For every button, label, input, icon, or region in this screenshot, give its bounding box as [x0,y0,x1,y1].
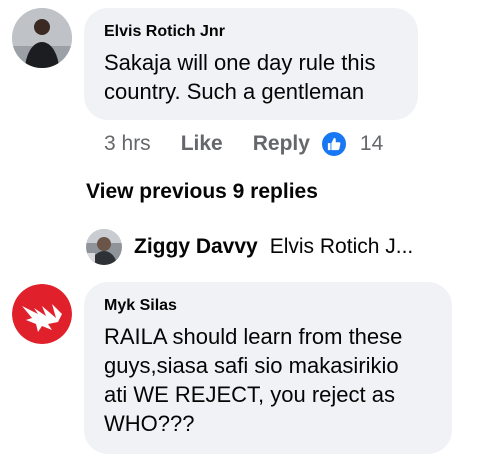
eagle-logo-icon [12,284,72,344]
comment-text-line: Sakaja will one day rule this [104,50,376,75]
view-previous-replies-link[interactable]: View previous 9 replies [86,180,318,204]
avatar[interactable] [86,229,122,265]
comment-author[interactable]: Elvis Rotich Jnr [104,22,398,42]
reply-author[interactable]: Ziggy Davvy [134,235,258,259]
comment-actions: 3 hrs Like Reply 14 [104,128,383,160]
comment-text-line: RAILA should learn from these [104,324,403,349]
person-photo-icon [12,8,72,68]
comment-text-line: country. Such a gentleman [104,79,365,104]
comment-text-line: guys,siasa safi sio makasirikio [104,353,399,378]
comment-text-line: ati WE REJECT, you reject as [104,382,395,407]
thumbs-up-icon[interactable] [319,130,348,158]
comment-text: Sakaja will one day rule this country. S… [104,48,398,106]
reply-preview[interactable]: Ziggy Davvy Elvis Rotich J... [86,228,413,266]
comment-bubble: Myk Silas RAILA should learn from these … [84,282,452,454]
reply-button[interactable]: Reply [253,132,310,156]
comment-text: RAILA should learn from these guys,siasa… [104,322,432,438]
comment-timestamp[interactable]: 3 hrs [104,132,151,156]
avatar[interactable] [12,8,72,68]
avatar[interactable] [12,284,72,344]
person-photo-icon [86,229,122,265]
like-button[interactable]: Like [181,132,223,156]
comment-bubble: Elvis Rotich Jnr Sakaja will one day rul… [84,8,418,120]
reaction-count[interactable]: 14 [360,132,383,156]
comment-text-line: WHO??? [104,411,195,436]
reply-snippet[interactable]: Elvis Rotich J... [270,235,414,259]
comment-author[interactable]: Myk Silas [104,296,432,316]
